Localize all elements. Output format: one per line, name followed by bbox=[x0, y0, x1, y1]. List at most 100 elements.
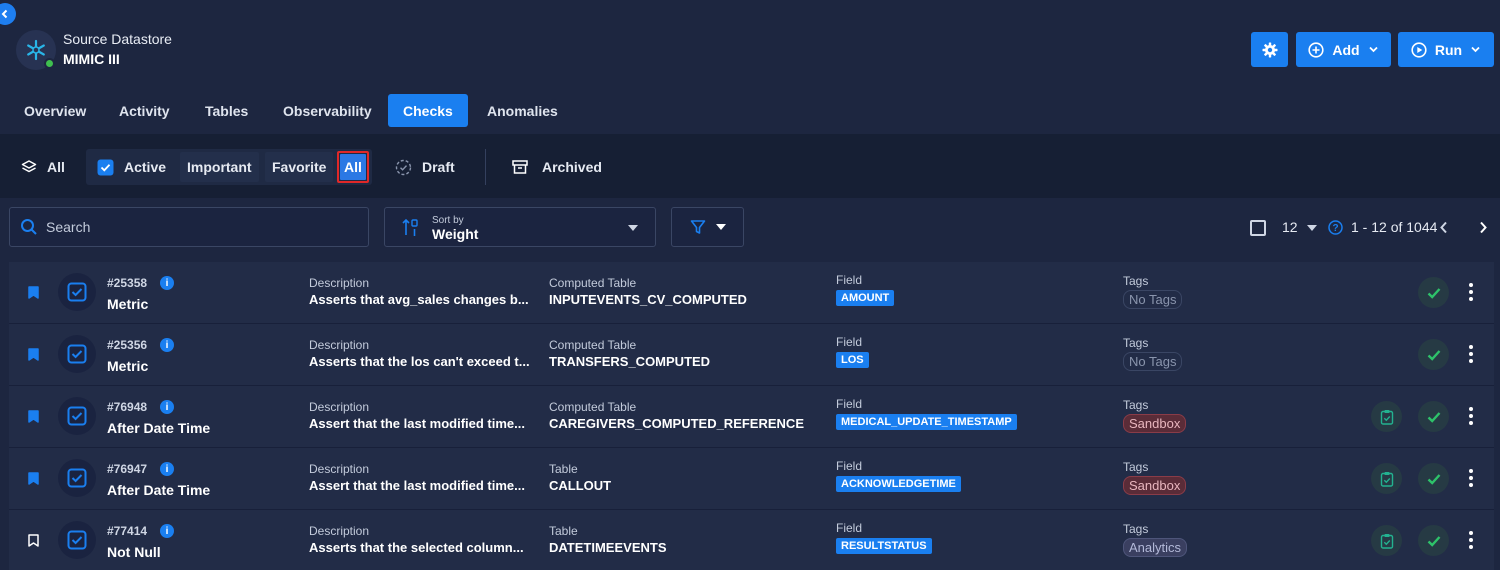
bookmark-icon[interactable] bbox=[28, 410, 39, 423]
filter-all[interactable]: All bbox=[21, 156, 65, 178]
tags-label: Tags bbox=[1123, 398, 1149, 412]
more-options-icon[interactable] bbox=[1468, 283, 1474, 301]
datastore-logo bbox=[16, 30, 56, 70]
field-tag: MEDICAL_UPDATE_TIMESTAMP bbox=[836, 414, 1017, 430]
tab-checks[interactable]: Checks bbox=[388, 94, 468, 127]
filter-draft[interactable]: Draft bbox=[395, 156, 455, 178]
description-label: Description bbox=[309, 400, 370, 414]
check-square-icon bbox=[67, 468, 87, 488]
info-icon[interactable]: i bbox=[160, 524, 175, 538]
table-row[interactable]: #25356 i Metric Description Asserts that… bbox=[9, 324, 1494, 386]
settings-button[interactable] bbox=[1251, 32, 1288, 67]
info-icon[interactable]: i bbox=[160, 276, 175, 290]
help-icon: ? bbox=[1328, 220, 1343, 235]
field-label: Field bbox=[836, 273, 863, 287]
check-square-icon bbox=[67, 530, 87, 550]
snowflake-icon bbox=[27, 39, 45, 61]
filter-active-label: Active bbox=[124, 159, 167, 175]
next-page-icon[interactable] bbox=[1478, 221, 1488, 234]
more-options-icon[interactable] bbox=[1468, 531, 1474, 549]
plus-circle-icon bbox=[1308, 41, 1324, 58]
tab-tables[interactable]: Tables bbox=[190, 94, 263, 127]
check-square-icon bbox=[67, 406, 87, 426]
tag-pill: Analytics bbox=[1123, 538, 1188, 557]
table-row[interactable]: #76947 i After Date Time Description Ass… bbox=[9, 448, 1494, 510]
select-all-checkbox[interactable] bbox=[1250, 220, 1266, 236]
play-circle-icon bbox=[1411, 41, 1427, 58]
description-label: Description bbox=[309, 524, 370, 538]
tags-label: Tags bbox=[1123, 274, 1149, 288]
check-id: #76947 bbox=[107, 462, 148, 476]
check-type-icon bbox=[58, 335, 96, 373]
datastore-type: Source Datastore bbox=[63, 31, 172, 47]
sort-dropdown[interactable]: Sort by Weight bbox=[384, 207, 656, 247]
more-options-icon[interactable] bbox=[1468, 469, 1474, 487]
pagination-range: 1 - 12 of 1044 bbox=[1351, 219, 1438, 235]
tab-anomalies[interactable]: Anomalies bbox=[472, 94, 573, 127]
bookmark-icon[interactable] bbox=[28, 286, 39, 299]
add-button[interactable]: Add bbox=[1296, 32, 1391, 67]
field-tag: ACKNOWLEDGETIME bbox=[836, 476, 961, 492]
table-row[interactable]: #25358 i Metric Description Asserts that… bbox=[9, 262, 1494, 324]
filter-archived-label: Archived bbox=[542, 159, 602, 175]
filter-archived[interactable]: Archived bbox=[512, 156, 602, 178]
tags-label: Tags bbox=[1123, 336, 1149, 350]
bookmark-icon[interactable] bbox=[28, 472, 39, 485]
tab-activity[interactable]: Activity bbox=[104, 94, 185, 127]
description-value: Asserts that the los can't exceed t... bbox=[309, 354, 530, 369]
filter-all-label: All bbox=[47, 159, 65, 175]
status-active-button[interactable] bbox=[1418, 463, 1449, 494]
filter-favorite[interactable]: Favorite bbox=[265, 152, 334, 182]
draft-circle-icon bbox=[395, 159, 412, 175]
description-value: Assert that the last modified time... bbox=[309, 416, 525, 431]
status-active-button[interactable] bbox=[1418, 401, 1449, 432]
page-size-select[interactable]: 12 bbox=[1282, 219, 1298, 235]
info-icon[interactable]: i bbox=[160, 462, 175, 476]
search-box[interactable] bbox=[9, 207, 369, 247]
filter-important[interactable]: Important bbox=[180, 152, 259, 182]
run-button-label: Run bbox=[1434, 41, 1463, 58]
info-icon[interactable]: i bbox=[160, 338, 175, 352]
prev-page-icon[interactable] bbox=[1439, 221, 1449, 234]
table-row[interactable]: #76948 i After Date Time Description Ass… bbox=[9, 386, 1494, 448]
caret-down-icon bbox=[628, 225, 638, 231]
check-type: Metric bbox=[107, 296, 149, 312]
description-value: Asserts that the selected column... bbox=[309, 540, 524, 555]
check-icon bbox=[1427, 473, 1440, 485]
svg-text:?: ? bbox=[1332, 223, 1338, 234]
clipboard-check-button[interactable] bbox=[1371, 525, 1402, 556]
description-value: Assert that the last modified time... bbox=[309, 478, 525, 493]
description-label: Description bbox=[309, 462, 370, 476]
sort-icon bbox=[402, 218, 418, 236]
more-options-icon[interactable] bbox=[1468, 345, 1474, 363]
check-type-icon bbox=[58, 521, 96, 559]
gear-icon bbox=[1262, 42, 1277, 57]
check-type-icon bbox=[58, 397, 96, 435]
tab-observability[interactable]: Observability bbox=[268, 94, 387, 127]
status-active-button[interactable] bbox=[1418, 339, 1449, 370]
field-label: Field bbox=[836, 459, 863, 473]
run-button[interactable]: Run bbox=[1398, 32, 1494, 67]
filter-button[interactable] bbox=[671, 207, 744, 247]
filter-active-all-label: All bbox=[340, 154, 366, 180]
collapse-sidebar-button[interactable] bbox=[0, 3, 16, 25]
status-active-button[interactable] bbox=[1418, 277, 1449, 308]
check-id: #25358 bbox=[107, 276, 148, 290]
tab-overview[interactable]: Overview bbox=[9, 94, 101, 127]
clipboard-check-button[interactable] bbox=[1371, 401, 1402, 432]
table-row[interactable]: #77414 i Not Null Description Asserts th… bbox=[9, 510, 1494, 570]
info-icon[interactable]: i bbox=[160, 400, 175, 414]
filter-divider bbox=[485, 149, 486, 185]
description-label: Description bbox=[309, 276, 370, 290]
search-input[interactable] bbox=[46, 219, 346, 235]
filter-active-all[interactable]: All bbox=[337, 151, 369, 183]
sort-value: Weight bbox=[432, 226, 479, 242]
bookmark-icon[interactable] bbox=[28, 534, 39, 547]
bookmark-icon[interactable] bbox=[28, 348, 39, 361]
check-icon bbox=[1427, 535, 1440, 547]
filter-active[interactable]: Active bbox=[97, 156, 166, 178]
clipboard-check-button[interactable] bbox=[1371, 463, 1402, 494]
caret-down-icon bbox=[715, 224, 726, 230]
more-options-icon[interactable] bbox=[1468, 407, 1474, 425]
status-active-button[interactable] bbox=[1418, 525, 1449, 556]
